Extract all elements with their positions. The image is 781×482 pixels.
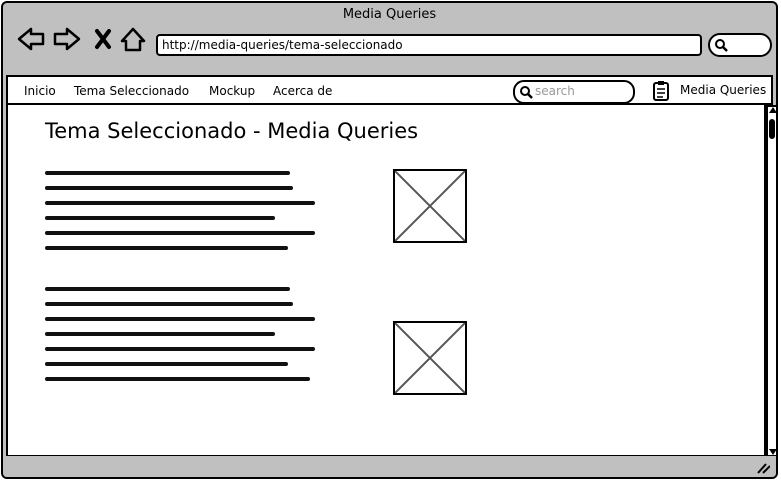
image-placeholder-icon (394, 322, 466, 394)
menu-item-acerca-de[interactable]: Acerca de (273, 84, 332, 98)
search-icon (715, 39, 728, 52)
menu-item-mockup[interactable]: Mockup (209, 84, 255, 98)
browser-search-field[interactable] (708, 33, 772, 57)
close-icon[interactable] (95, 29, 111, 49)
menu-bar: Inicio Tema Seleccionado Mockup Acerca d… (6, 75, 773, 105)
brand-label: Media Queries (680, 83, 767, 97)
search-input[interactable]: search (513, 80, 635, 104)
window-title: Media Queries (342, 7, 437, 22)
title-bar: Media Queries http://media-queries/tema-… (3, 3, 776, 73)
scroll-up-icon[interactable] (769, 107, 776, 113)
navigation-icons (17, 27, 146, 52)
address-bar[interactable]: http://media-queries/tema-seleccionado (156, 34, 702, 56)
back-arrow-icon[interactable] (17, 27, 45, 51)
search-icon (520, 86, 533, 99)
text-block-2 (45, 287, 315, 392)
home-icon[interactable] (120, 27, 146, 52)
image-placeholder (393, 169, 467, 243)
search-placeholder: search (535, 84, 575, 98)
forward-arrow-icon[interactable] (53, 27, 81, 51)
browser-window: Media Queries http://media-queries/tema-… (1, 1, 778, 479)
text-block-1 (45, 171, 315, 261)
scroll-down-icon[interactable] (769, 449, 776, 455)
page-title: Tema Seleccionado - Media Queries (45, 119, 419, 143)
vertical-scrollbar[interactable] (766, 105, 776, 457)
clipboard-icon (653, 81, 669, 101)
menu-item-inicio[interactable]: Inicio (24, 84, 56, 98)
status-bar (3, 456, 776, 477)
menu-item-tema-seleccionado[interactable]: Tema Seleccionado (74, 84, 189, 98)
image-placeholder-icon (394, 170, 466, 242)
scrollbar-thumb[interactable] (769, 119, 775, 139)
image-placeholder (393, 321, 467, 395)
page-content: Tema Seleccionado - Media Queries (6, 105, 766, 457)
resize-grip-icon[interactable] (756, 462, 770, 474)
